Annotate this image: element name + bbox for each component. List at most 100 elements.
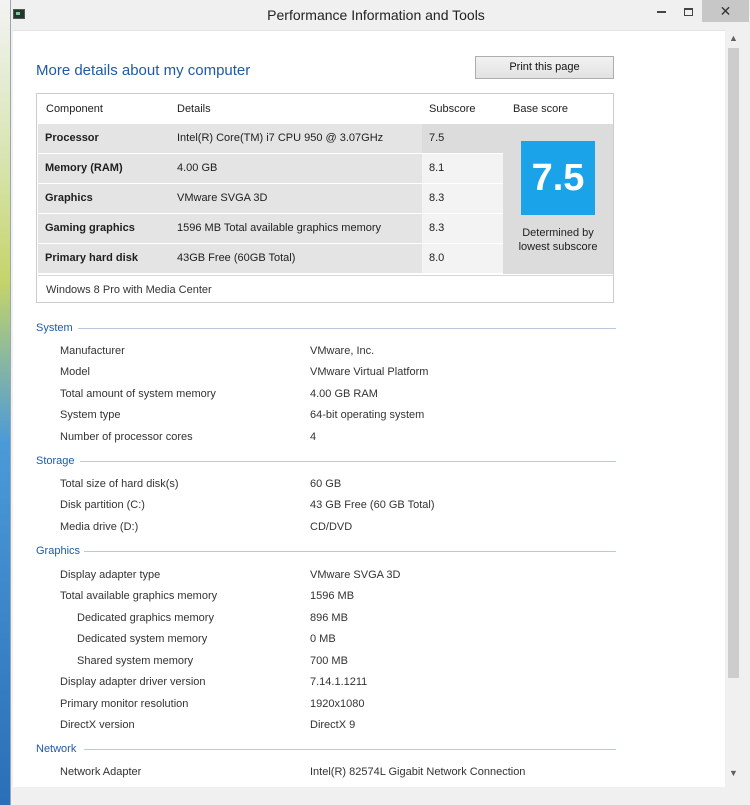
property-row: Dedicated graphics memory 896 MB (36, 610, 616, 630)
property-label: Total available graphics memory (60, 590, 218, 602)
page-title: More details about my computer (36, 62, 251, 79)
property-row: Total available graphics memory 1596 MB (36, 588, 616, 608)
details-content: More details about my computer Print thi… (13, 30, 725, 805)
base-caption-line-1: Determined by (522, 227, 594, 239)
component-detail: VMware SVGA 3D (170, 184, 422, 213)
header-details: Details (177, 103, 211, 115)
component-name: Graphics (38, 184, 170, 213)
property-label: Display adapter type (60, 569, 161, 581)
component-name: Gaming graphics (38, 214, 170, 243)
property-row: Display adapter type VMware SVGA 3D (36, 567, 616, 587)
property-label: Shared system memory (77, 655, 194, 667)
base-score-caption: Determined by lowest subscore (503, 226, 613, 254)
property-row: Total amount of system memory 4.00 GB RA… (36, 386, 616, 406)
section-title: Graphics (36, 545, 81, 557)
property-row: Number of processor cores 4 (36, 429, 616, 449)
header-base-score: Base score (513, 103, 569, 115)
property-label: Number of processor cores (60, 431, 193, 443)
property-value: 7.14.1.1211 (310, 676, 368, 688)
base-score-panel: 7.5 Determined by lowest subscore (503, 124, 613, 274)
maximize-button[interactable] (675, 0, 702, 22)
close-button[interactable]: ✕ (702, 0, 749, 22)
score-row-processor: Processor Intel(R) Core(TM) i7 CPU 950 @… (38, 124, 505, 153)
section-title: System (36, 322, 73, 334)
property-row: Dedicated system memory 0 MB (36, 631, 616, 651)
component-detail: 1596 MB Total available graphics memory (170, 214, 422, 243)
section-storage: Storage Total size of hard disk(s) 60 GB… (36, 454, 616, 536)
property-label: Primary monitor resolution (60, 698, 189, 710)
property-row: Shared system memory 700 MB (36, 653, 616, 673)
component-detail: Intel(R) Core(TM) i7 CPU 950 @ 3.07GHz (170, 124, 422, 153)
section-title: Network (36, 743, 77, 755)
component-subscore: 8.3 (422, 184, 505, 213)
close-icon: ✕ (719, 3, 732, 19)
property-value: 4.00 GB RAM (310, 388, 378, 400)
property-row: Manufacturer VMware, Inc. (36, 343, 616, 363)
property-row: Disk partition (C:) 43 GB Free (60 GB To… (36, 497, 616, 517)
property-row: DirectX version DirectX 9 (36, 717, 616, 737)
property-value: VMware SVGA 3D (310, 569, 401, 581)
property-row: System type 64-bit operating system (36, 407, 616, 427)
property-value: 4 (310, 431, 317, 443)
property-label: Dedicated system memory (77, 633, 208, 645)
property-value: 60 GB (310, 478, 342, 490)
property-value: CD/DVD (310, 521, 353, 533)
base-score-tile: 7.5 (521, 141, 595, 215)
scroll-up-icon[interactable]: ▲ (725, 30, 742, 47)
component-detail: 4.00 GB (170, 154, 422, 183)
property-row: Model VMware Virtual Platform (36, 364, 616, 384)
property-row: Primary monitor resolution 1920x1080 (36, 696, 616, 716)
property-row: Total size of hard disk(s) 60 GB (36, 476, 616, 496)
property-label: Display adapter driver version (60, 676, 206, 688)
vertical-scrollbar[interactable]: ▲ ▼ (725, 30, 742, 787)
component-name: Processor (38, 124, 170, 153)
property-label: Total amount of system memory (60, 388, 216, 400)
property-value: DirectX 9 (310, 719, 356, 731)
property-value: VMware Virtual Platform (310, 366, 429, 378)
property-label: Dedicated graphics memory (77, 612, 214, 624)
minimize-icon (657, 10, 666, 13)
property-value: VMware, Inc. (310, 345, 375, 357)
section-divider (84, 749, 616, 750)
property-row: Media drive (D:) CD/DVD (36, 519, 616, 539)
section-title: Storage (36, 455, 75, 467)
windows-edition: Windows 8 Pro with Media Center (38, 275, 614, 303)
scroll-down-icon[interactable]: ▼ (725, 765, 742, 782)
section-divider (80, 461, 616, 462)
property-value: Intel(R) 82574L Gigabit Network Connecti… (310, 766, 526, 778)
property-row: Display adapter driver version 7.14.1.12… (36, 674, 616, 694)
header-subscore: Subscore (429, 103, 476, 115)
header-component: Component (46, 103, 103, 115)
section-graphics: Graphics Display adapter type VMware SVG… (36, 544, 616, 734)
property-value: 896 MB (310, 612, 348, 624)
section-system: System Manufacturer VMware, Inc. Model V… (36, 321, 616, 446)
score-row-graphics: Graphics VMware SVGA 3D 8.3 (38, 184, 505, 213)
score-row-gaming-graphics: Gaming graphics 1596 MB Total available … (38, 214, 505, 243)
component-subscore: 8.0 (422, 244, 505, 273)
component-subscore: 7.5 (422, 124, 505, 153)
property-value: 1920x1080 (310, 698, 365, 710)
property-value: 64-bit operating system (310, 409, 425, 421)
print-page-button[interactable]: Print this page (475, 56, 614, 79)
section-divider (84, 551, 616, 552)
property-value: 43 GB Free (60 GB Total) (310, 499, 435, 511)
window-bottom-edge (11, 787, 750, 805)
property-value: 0 MB (310, 633, 336, 645)
property-label: Total size of hard disk(s) (60, 478, 179, 490)
performance-window: Performance Information and Tools ✕ More… (10, 0, 750, 805)
component-detail: 43GB Free (60GB Total) (170, 244, 422, 273)
base-caption-line-2: lowest subscore (518, 241, 598, 253)
score-row-memory: Memory (RAM) 4.00 GB 8.1 (38, 154, 505, 183)
score-table: Component Details Subscore Base score Pr… (36, 93, 614, 303)
component-name: Memory (RAM) (38, 154, 170, 183)
property-label: Network Adapter (60, 766, 142, 778)
property-value: 700 MB (310, 655, 348, 667)
scroll-thumb[interactable] (728, 48, 739, 678)
property-label: Disk partition (C:) (60, 499, 145, 511)
property-label: Media drive (D:) (60, 521, 139, 533)
section-divider (78, 328, 616, 329)
minimize-button[interactable] (648, 0, 675, 22)
title-bar[interactable]: Performance Information and Tools ✕ (11, 0, 750, 30)
property-label: Model (60, 366, 90, 378)
maximize-icon (684, 7, 693, 16)
